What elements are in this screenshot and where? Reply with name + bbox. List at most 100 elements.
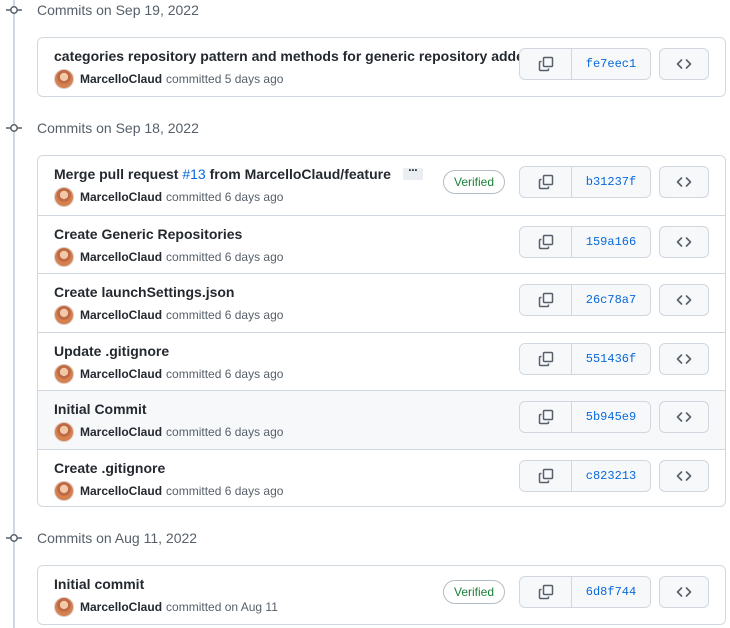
copy-sha-button[interactable]: [520, 226, 572, 257]
commit-message-link[interactable]: Create Generic Repositories: [54, 226, 242, 242]
copy-sha-button[interactable]: [520, 285, 572, 315]
browse-repo-button[interactable]: [659, 342, 709, 375]
browse-repo-button[interactable]: [659, 48, 709, 80]
copy-icon: [538, 234, 553, 249]
user-avatar[interactable]: [54, 246, 74, 267]
commit-row: categories repository pattern and method…: [38, 38, 725, 96]
commit-sha-link[interactable]: 5b945e9: [572, 402, 650, 432]
author-link[interactable]: MarcelloClaud: [80, 425, 162, 439]
sha-button-group: c823213: [519, 459, 651, 492]
author-link[interactable]: MarcelloClaud: [80, 600, 162, 614]
copy-sha-button[interactable]: [520, 402, 572, 432]
pull-request-link[interactable]: #13: [182, 166, 205, 182]
expand-message-button[interactable]: [402, 163, 423, 181]
author-link[interactable]: MarcelloClaud: [80, 367, 162, 381]
author-link[interactable]: MarcelloClaud: [80, 484, 162, 498]
sha-button-group: fe7eec1: [519, 48, 651, 80]
commit-row: Initial Commit MarcelloClaud committed 6…: [38, 390, 725, 449]
commit-time: committed 6 days ago: [166, 308, 284, 322]
commit-message: Merge pull request #13 from MarcelloClau…: [54, 163, 423, 182]
commit-row: Merge pull request #13 from MarcelloClau…: [38, 156, 725, 215]
commit-row: Initial commit MarcelloClaud committed o…: [38, 566, 725, 624]
verified-badge[interactable]: Verified: [443, 580, 506, 604]
user-avatar[interactable]: [54, 305, 74, 325]
commit-row: Create launchSettings.json MarcelloClaud…: [38, 273, 725, 332]
copy-sha-button[interactable]: [520, 460, 572, 491]
commit-meta: MarcelloClaud committed 6 days ago: [54, 187, 283, 207]
sha-button-group: 551436f: [519, 342, 651, 375]
browse-repo-button[interactable]: [659, 284, 709, 316]
commit-message-link[interactable]: Create .gitignore: [54, 460, 165, 476]
group-title: Commits on Sep 19, 2022: [37, 2, 199, 18]
verified-badge[interactable]: Verified: [443, 170, 506, 194]
commit-meta: MarcelloClaud committed 6 days ago: [54, 480, 284, 501]
commit-sha-link[interactable]: fe7eec1: [572, 49, 650, 79]
git-commit-icon: [6, 530, 22, 546]
commit-time: committed 6 days ago: [166, 483, 284, 498]
code-icon: [676, 295, 692, 305]
commit-meta: MarcelloClaud committed 6 days ago: [54, 363, 283, 384]
copy-sha-button[interactable]: [520, 343, 572, 374]
copy-icon: [538, 174, 553, 190]
user-avatar[interactable]: [54, 187, 74, 207]
git-commit-icon: [6, 120, 22, 136]
commit-time: committed 6 days ago: [166, 249, 284, 264]
copy-sha-button[interactable]: [520, 167, 572, 197]
commit-message-link[interactable]: Initial Commit: [54, 401, 147, 417]
copy-sha-button[interactable]: [520, 577, 572, 607]
browse-repo-button[interactable]: [659, 459, 709, 492]
commit-sha-link[interactable]: 551436f: [572, 343, 650, 374]
copy-sha-button[interactable]: [520, 49, 572, 79]
commit-sha-link[interactable]: b31237f: [572, 167, 650, 197]
code-icon: [676, 470, 692, 481]
commit-sha-link[interactable]: c823213: [572, 460, 650, 491]
commit-time: committed 5 days ago: [166, 72, 284, 86]
browse-repo-button[interactable]: [659, 401, 709, 433]
copy-icon: [538, 56, 553, 72]
sha-button-group: 159a166: [519, 225, 651, 258]
commit-list: categories repository pattern and method…: [37, 37, 726, 97]
commit-message-link[interactable]: Initial commit: [54, 576, 144, 592]
browse-repo-button[interactable]: [659, 225, 709, 258]
copy-icon: [538, 584, 553, 600]
user-avatar[interactable]: [54, 69, 74, 89]
commit-time: committed 6 days ago: [166, 190, 284, 204]
copy-icon: [538, 468, 553, 483]
commit-message-link[interactable]: Merge pull request: [54, 166, 178, 182]
commit-message-link[interactable]: categories repository pattern and method…: [54, 48, 532, 64]
copy-icon: [538, 351, 553, 366]
commit-time: committed on Aug 11: [166, 600, 278, 614]
commit-sha-link[interactable]: 26c78a7: [572, 285, 650, 315]
sha-button-group: 6d8f744: [519, 576, 651, 608]
commit-message-link[interactable]: Update .gitignore: [54, 343, 169, 359]
code-icon: [676, 587, 692, 597]
commit-sha-link[interactable]: 6d8f744: [572, 577, 650, 607]
git-commit-icon: [6, 2, 22, 18]
user-avatar[interactable]: [54, 363, 74, 384]
commit-message-link[interactable]: Create launchSettings.json: [54, 284, 234, 300]
commit-time: committed 6 days ago: [166, 425, 284, 439]
code-icon: [676, 236, 692, 247]
commit-row: Update .gitignore MarcelloClaud committe…: [38, 331, 725, 390]
code-icon: [676, 59, 692, 69]
author-link[interactable]: MarcelloClaud: [80, 308, 162, 322]
user-avatar[interactable]: [54, 480, 74, 501]
author-link[interactable]: MarcelloClaud: [80, 72, 162, 86]
code-icon: [676, 412, 692, 422]
copy-icon: [538, 409, 553, 425]
browse-repo-button[interactable]: [659, 576, 709, 608]
commit-meta: MarcelloClaud committed 6 days ago: [54, 305, 283, 325]
commit-sha-link[interactable]: 159a166: [572, 226, 650, 257]
commit-meta: MarcelloClaud committed 6 days ago: [54, 422, 283, 442]
code-icon: [676, 353, 692, 364]
user-avatar[interactable]: [54, 597, 74, 617]
user-avatar[interactable]: [54, 422, 74, 442]
commit-message-link[interactable]: from MarcelloClaud/feature: [210, 166, 391, 182]
author-link[interactable]: MarcelloClaud: [80, 250, 162, 264]
sha-button-group: 5b945e9: [519, 401, 651, 433]
commit-meta: MarcelloClaud committed 5 days ago: [54, 69, 283, 89]
browse-repo-button[interactable]: [659, 166, 709, 198]
commit-row: Create Generic Repositories MarcelloClau…: [38, 214, 725, 273]
copy-icon: [538, 292, 553, 308]
author-link[interactable]: MarcelloClaud: [80, 190, 162, 204]
